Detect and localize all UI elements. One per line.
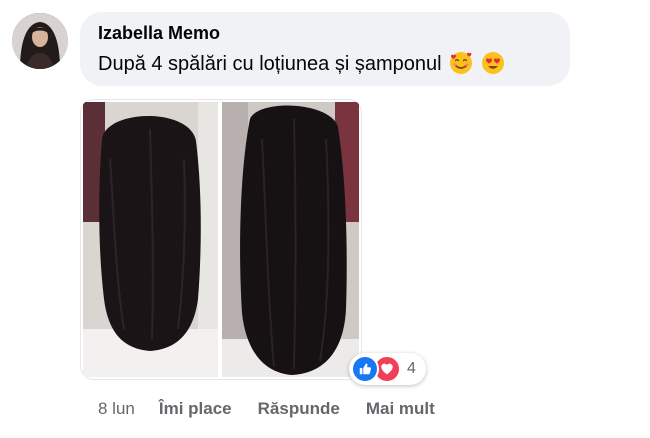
reactions-summary[interactable]: 4	[349, 353, 426, 385]
reaction-count: 4	[407, 360, 416, 377]
hair-comparison-image	[83, 102, 359, 377]
comment-bubble: Izabella Memo După 4 spălări cu loțiunea…	[80, 12, 570, 86]
reply-button[interactable]: Răspunde	[258, 398, 340, 420]
comment-actions: 8 lun Îmi place Răspunde Mai mult	[98, 398, 461, 420]
comment-timestamp[interactable]: 8 lun	[98, 398, 135, 420]
author-avatar[interactable]	[12, 13, 68, 69]
comment-body: După 4 spălări cu loțiunea și șamponul	[98, 49, 552, 79]
smiling-face-with-hearts-icon	[450, 52, 473, 74]
more-button[interactable]: Mai mult	[366, 398, 435, 420]
avatar-image	[12, 13, 68, 69]
like-button[interactable]: Îmi place	[159, 398, 232, 420]
like-reaction-icon	[351, 355, 379, 383]
heart-eyes-icon	[481, 52, 504, 74]
comment-photo[interactable]	[80, 99, 362, 380]
comment-author[interactable]: Izabella Memo	[98, 21, 552, 45]
comment-text: După 4 spălări cu loțiunea și șamponul	[98, 53, 442, 75]
